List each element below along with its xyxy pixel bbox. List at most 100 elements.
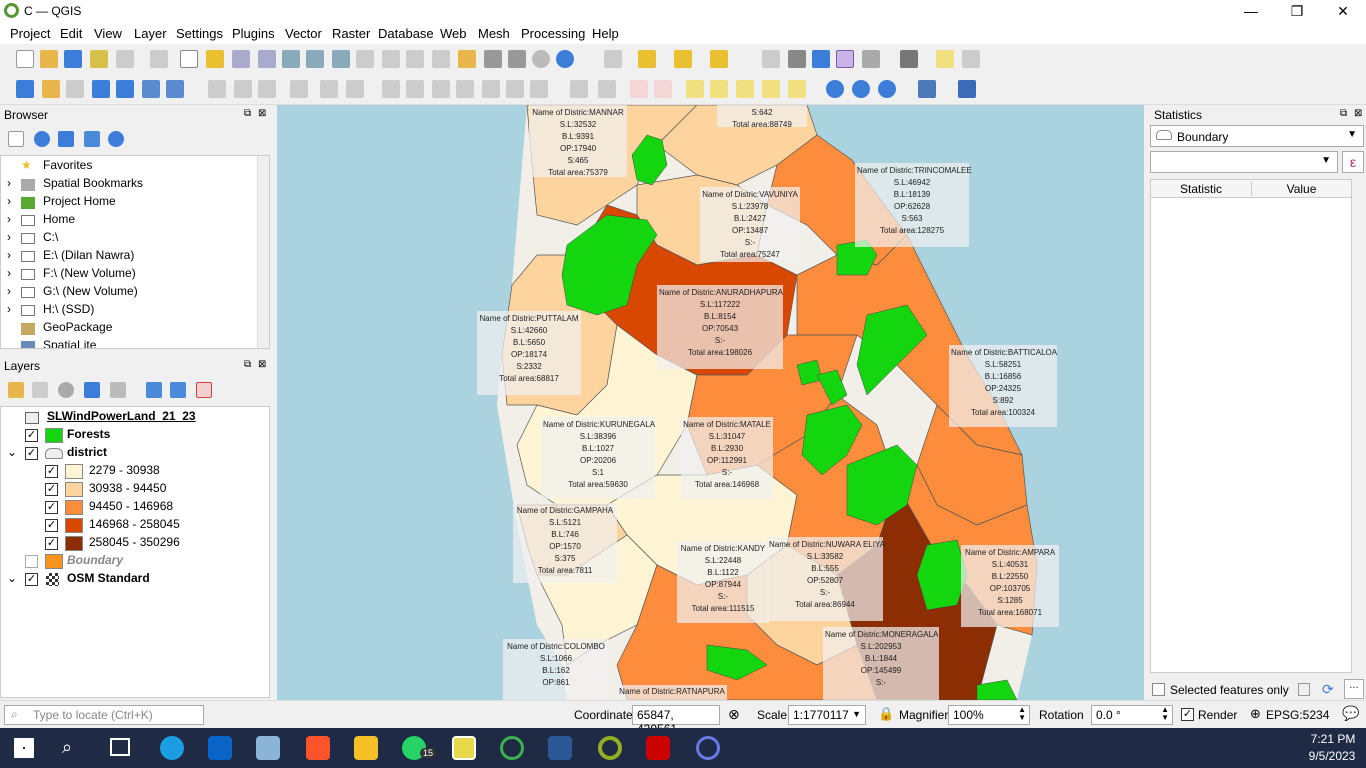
- add-virtual-layer-icon[interactable]: [166, 80, 184, 98]
- python-console-icon[interactable]: [918, 80, 936, 98]
- more-options-button[interactable]: …: [1344, 679, 1364, 699]
- legend-class-5[interactable]: ✓ 258045 - 350296: [1, 535, 269, 553]
- legend-class-1[interactable]: ✓ 2279 - 30938: [1, 463, 269, 481]
- add-raster-layer-icon[interactable]: [116, 80, 134, 98]
- menu-web[interactable]: Web: [440, 26, 467, 41]
- zoom-full-icon[interactable]: [282, 50, 300, 68]
- magnifier-spinbox[interactable]: 100% ▲ ▼: [948, 705, 1030, 725]
- globe-icon[interactable]: ⊕: [1250, 706, 1261, 722]
- layers-panel-close-button[interactable]: ⊠: [258, 359, 266, 370]
- pan-map-icon[interactable]: [180, 50, 198, 68]
- metasearch-icon[interactable]: [826, 80, 844, 98]
- clock-icon[interactable]: [532, 50, 550, 68]
- statistic-column-header[interactable]: Statistic: [1151, 182, 1251, 196]
- modify-attributes-icon[interactable]: [346, 80, 364, 98]
- manage-map-themes-icon[interactable]: [58, 382, 74, 398]
- rotation-spinbox[interactable]: 0.0 ° ▲ ▼: [1091, 705, 1173, 725]
- browser-scrollbar[interactable]: [257, 156, 269, 348]
- mail-icon[interactable]: [208, 736, 232, 760]
- layer-district[interactable]: ⌄ ✓ district: [1, 445, 269, 463]
- deselect-features-icon[interactable]: [674, 50, 692, 68]
- layer-labeling-icon[interactable]: [598, 80, 616, 98]
- layer-boundary[interactable]: Boundary: [1, 553, 269, 571]
- file-explorer-icon[interactable]: [354, 736, 378, 760]
- maximize-button[interactable]: ❐: [1274, 0, 1320, 22]
- add-wms-layer-icon[interactable]: [92, 80, 110, 98]
- clock-date[interactable]: 9/5/2023: [1302, 749, 1362, 763]
- label-pin-icon[interactable]: [630, 80, 648, 98]
- qgis-taskbar-icon[interactable]: [598, 736, 622, 760]
- delete-selected-icon[interactable]: [382, 80, 400, 98]
- forests-visibility-checkbox[interactable]: ✓: [25, 429, 38, 442]
- pan-to-selection-icon[interactable]: [206, 50, 224, 68]
- attribute-table-icon[interactable]: [788, 50, 806, 68]
- add-selected-layers-icon[interactable]: [8, 131, 24, 147]
- remove-layer-icon[interactable]: [196, 382, 212, 398]
- add-mesh-layer-icon[interactable]: [142, 80, 160, 98]
- help-icon[interactable]: [958, 80, 976, 98]
- class-checkbox[interactable]: ✓: [45, 501, 58, 514]
- properties-icon[interactable]: [108, 131, 124, 147]
- class-checkbox[interactable]: ✓: [45, 519, 58, 532]
- menu-edit[interactable]: Edit: [60, 26, 82, 41]
- refresh-icon[interactable]: ⟳: [1322, 681, 1334, 698]
- refresh-icon[interactable]: [556, 50, 574, 68]
- select-by-value-icon[interactable]: [710, 50, 728, 68]
- gps-icon[interactable]: [878, 80, 896, 98]
- edge-icon[interactable]: [160, 736, 184, 760]
- new-bookmark-icon[interactable]: [458, 50, 476, 68]
- temporal-controller-icon[interactable]: [508, 50, 526, 68]
- filter-legend-icon[interactable]: [84, 382, 100, 398]
- menu-layer[interactable]: Layer: [134, 26, 167, 41]
- lock-icon[interactable]: 🔒: [878, 706, 894, 722]
- zoom-layer-icon[interactable]: [332, 50, 350, 68]
- layer-group-slwindpowerland[interactable]: SLWindPowerLand_21_23: [1, 409, 269, 427]
- zoom-selection-icon[interactable]: [306, 50, 324, 68]
- cut-features-icon[interactable]: [406, 80, 424, 98]
- browser-panel-close-button[interactable]: ⊠: [258, 108, 266, 119]
- collapse-all-icon[interactable]: [84, 131, 100, 147]
- layer-forests[interactable]: ✓ Forests: [1, 427, 269, 445]
- map-canvas[interactable]: Name of Distric:MANNAR S.L:32532 B.L:9391 O…: [277, 105, 1144, 700]
- vertex-tool-icon[interactable]: [320, 80, 338, 98]
- crs-button[interactable]: EPSG:5234: [1266, 708, 1329, 722]
- district-visibility-checkbox[interactable]: ✓: [25, 447, 38, 460]
- expression-button[interactable]: ε: [1342, 151, 1364, 173]
- start-icon[interactable]: [14, 738, 34, 758]
- scale-combobox[interactable]: 1:1770117 ▼: [788, 705, 866, 725]
- legend-class-4[interactable]: ✓ 146968 - 258045: [1, 517, 269, 535]
- filter-by-expression-icon[interactable]: [110, 382, 126, 398]
- zoom-next-icon[interactable]: [406, 50, 424, 68]
- redo-icon[interactable]: [506, 80, 524, 98]
- data-source-manager-icon[interactable]: [16, 80, 34, 98]
- class-checkbox[interactable]: ✓: [45, 465, 58, 478]
- label-rotate-icon[interactable]: [710, 80, 728, 98]
- pin-app-icon[interactable]: [452, 736, 476, 760]
- clock-time[interactable]: 7:21 PM: [1308, 732, 1358, 746]
- statistics-panel-close-button[interactable]: ⊠: [1354, 108, 1362, 119]
- redo2-icon[interactable]: [530, 80, 548, 98]
- statistics-panel-float-button[interactable]: ⧉: [1340, 108, 1347, 119]
- layout-manager-icon[interactable]: [116, 50, 134, 68]
- zoom-out-icon[interactable]: [258, 50, 276, 68]
- add-delimited-text-icon[interactable]: [66, 80, 84, 98]
- save-project-icon[interactable]: [64, 50, 82, 68]
- app-icon[interactable]: [696, 736, 720, 760]
- menu-view[interactable]: View: [94, 26, 122, 41]
- close-button[interactable]: ✕: [1320, 0, 1366, 22]
- label-move-icon[interactable]: [686, 80, 704, 98]
- collapse-all-layers-icon[interactable]: [170, 382, 186, 398]
- map-tips-icon[interactable]: [936, 50, 954, 68]
- menu-vector[interactable]: Vector: [285, 26, 322, 41]
- menu-settings[interactable]: Settings: [176, 26, 223, 41]
- loader-app-icon[interactable]: [500, 736, 524, 760]
- menu-project[interactable]: Project: [10, 26, 50, 41]
- class-checkbox[interactable]: ✓: [45, 537, 58, 550]
- measure-line-icon[interactable]: [762, 50, 780, 68]
- zoom-last-icon[interactable]: [382, 50, 400, 68]
- render-checkbox[interactable]: ✓: [1181, 708, 1194, 721]
- open-field-calculator-icon[interactable]: [862, 50, 880, 68]
- new-project-icon[interactable]: [16, 50, 34, 68]
- current-edits-icon[interactable]: [208, 80, 226, 98]
- add-vector-layer-icon[interactable]: [42, 80, 60, 98]
